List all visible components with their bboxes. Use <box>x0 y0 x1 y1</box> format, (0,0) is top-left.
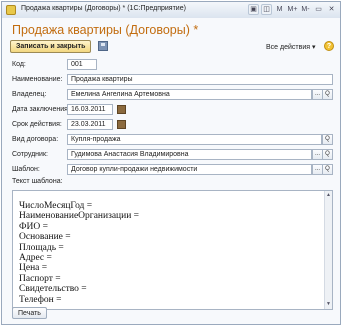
memory-button[interactable]: M <box>274 4 285 15</box>
save-and-close-button[interactable]: Записать и закрыть <box>10 40 92 53</box>
save-disk-icon[interactable] <box>98 41 108 51</box>
owner-label: Владелец: <box>12 91 47 98</box>
template-line: Свидетельство = <box>19 284 87 295</box>
date-concluded-field[interactable]: 16.03.2011 <box>67 104 113 115</box>
name-field[interactable]: Продажа квартиры <box>67 74 333 85</box>
template-label: Шаблон: <box>12 166 40 173</box>
favorite-icon[interactable]: ▣ <box>248 4 259 15</box>
template-line: Цена = <box>19 263 48 274</box>
template-text-area[interactable]: ЧислоМесяцГод = НаименованиеОрганизации … <box>12 190 333 310</box>
calculator-icon[interactable]: ◫ <box>261 4 272 15</box>
app-icon <box>6 5 16 15</box>
help-icon[interactable]: ? <box>324 41 334 51</box>
owner-open-button[interactable]: Q <box>322 89 333 100</box>
employee-label: Сотрудник: <box>12 151 48 158</box>
window-title: Продажа квартиры (Договоры) * (1С:Предпр… <box>21 5 186 12</box>
all-actions-menu[interactable]: Все действия ▾ <box>266 43 315 51</box>
scroll-down-arrow-icon[interactable]: ▼ <box>325 301 332 308</box>
form-window: Продажа квартиры (Договоры) * (1С:Предпр… <box>1 1 341 325</box>
contract-type-label: Вид договора: <box>12 136 59 143</box>
template-field[interactable]: Договор купли-продажи недвижимости <box>67 164 312 175</box>
form-title: Продажа квартиры (Договоры) * <box>12 23 199 37</box>
close-icon[interactable]: ✕ <box>326 4 337 15</box>
code-label: Код: <box>12 61 26 68</box>
code-field[interactable]: 001 <box>67 59 97 70</box>
contract-type-open-button[interactable]: Q <box>322 134 333 145</box>
template-text-label: Текст шаблона: <box>12 178 63 185</box>
name-label: Наименование: <box>12 76 63 83</box>
calendar-icon[interactable] <box>117 120 126 129</box>
template-open-button[interactable]: Q <box>322 164 333 175</box>
template-line: Паспорт = <box>19 273 61 284</box>
template-text-lines: ЧислоМесяцГод = НаименованиеОрганизации … <box>19 201 139 305</box>
template-line: ЧислоМесяцГод = <box>19 201 93 211</box>
contract-type-field[interactable]: Купля-продажа <box>67 134 322 145</box>
term-field[interactable]: 23.03.2011 <box>67 119 113 130</box>
memory-minus-button[interactable]: M- <box>300 4 311 15</box>
title-bar: Продажа квартиры (Договоры) * (1С:Предпр… <box>2 2 340 19</box>
employee-field[interactable]: Гудимова Анастасия Владимировна <box>67 149 312 160</box>
scroll-up-arrow-icon[interactable]: ▲ <box>325 192 332 199</box>
memory-plus-button[interactable]: M+ <box>287 4 298 15</box>
restore-icon[interactable]: ▭ <box>313 4 324 15</box>
template-line: Телефон = <box>19 294 62 305</box>
calendar-icon[interactable] <box>117 105 126 114</box>
owner-field[interactable]: Емелина Ангелина Артемовна <box>67 89 312 100</box>
template-line: Адрес = <box>19 253 52 264</box>
print-button[interactable]: Печать <box>12 307 47 319</box>
template-line: Основание = <box>19 232 71 243</box>
text-scrollbar[interactable]: ▲ ▼ <box>324 191 332 309</box>
template-line: НаименованиеОрганизации = <box>19 211 140 222</box>
date-concluded-label: Дата заключения: <box>12 106 70 113</box>
employee-open-button[interactable]: Q <box>322 149 333 160</box>
template-line: Площадь = <box>19 242 64 253</box>
template-line: ФИО = <box>19 221 48 232</box>
form-content: Продажа квартиры (Договоры) * Записать и… <box>2 18 340 324</box>
term-label: Срок действия: <box>12 121 62 128</box>
window-controls: ▣ ◫ M M+ M- ▭ ✕ <box>248 4 337 15</box>
